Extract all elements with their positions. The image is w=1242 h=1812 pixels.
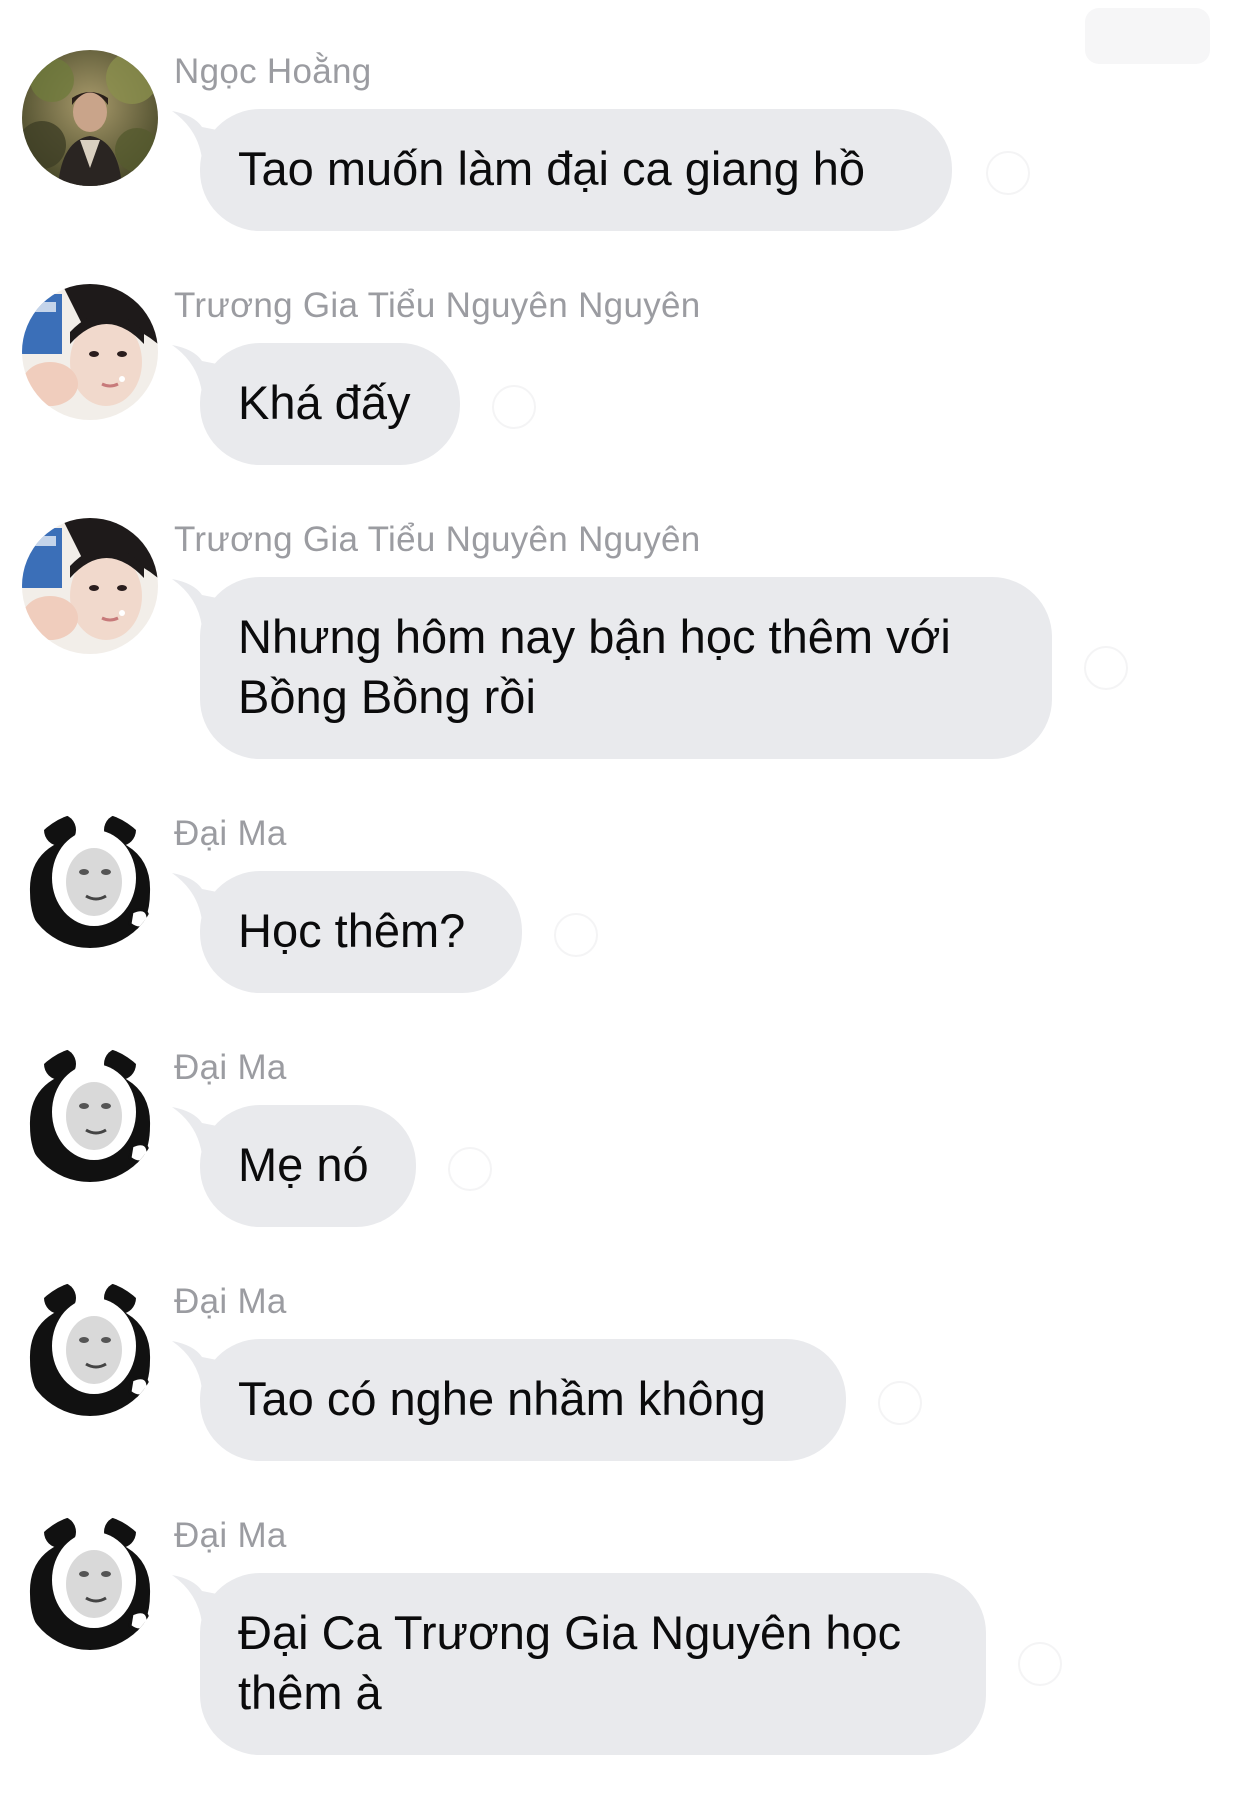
reaction-button[interactable]: [1084, 646, 1128, 690]
message-bubble[interactable]: Học thêm?: [200, 871, 522, 993]
sender-name: Trương Gia Tiểu Nguyên Nguyên: [174, 286, 701, 325]
sender-name: Đại Ma: [174, 1516, 287, 1555]
panda-meme-avatar[interactable]: [22, 1514, 158, 1650]
avatar-image: [22, 1046, 158, 1182]
message-text: Đại Ca Trương Gia Nguyên học thêm à: [238, 1606, 902, 1719]
reaction-button[interactable]: [1018, 1642, 1062, 1686]
panda-meme-avatar[interactable]: [22, 812, 158, 948]
panda-meme-avatar[interactable]: [22, 1046, 158, 1182]
reaction-button[interactable]: [878, 1381, 922, 1425]
message-bubble[interactable]: Nhưng hôm nay bận học thêm với Bồng Bồng…: [200, 577, 1052, 759]
message-bubble[interactable]: Mẹ nó: [200, 1105, 416, 1227]
reaction-button[interactable]: [554, 913, 598, 957]
avatar-image: [22, 1280, 158, 1416]
person-photo-avatar[interactable]: [22, 50, 158, 186]
sender-name: Đại Ma: [174, 814, 287, 853]
reaction-button[interactable]: [492, 385, 536, 429]
message-text: Tao có nghe nhầm không: [238, 1372, 766, 1425]
top-right-button[interactable]: [1085, 8, 1210, 64]
message-text: Học thêm?: [238, 904, 466, 957]
sender-name: Đại Ma: [174, 1048, 287, 1087]
selfie-avatar[interactable]: [22, 518, 158, 654]
sender-name: Đại Ma: [174, 1282, 287, 1321]
avatar-image: [22, 50, 158, 186]
message-bubble[interactable]: Tao muốn làm đại ca giang hồ: [200, 109, 952, 231]
message-bubble[interactable]: Tao có nghe nhầm không: [200, 1339, 846, 1461]
message-bubble[interactable]: Đại Ca Trương Gia Nguyên học thêm à: [200, 1573, 986, 1755]
message-text: Nhưng hôm nay bận học thêm với Bồng Bồng…: [238, 610, 951, 723]
selfie-avatar[interactable]: [22, 284, 158, 420]
panda-meme-avatar[interactable]: [22, 1280, 158, 1416]
sender-name: Trương Gia Tiểu Nguyên Nguyên: [174, 520, 701, 559]
reaction-button[interactable]: [986, 151, 1030, 195]
message-text: Khá đấy: [238, 376, 411, 429]
avatar-image: [22, 284, 158, 420]
reaction-button[interactable]: [448, 1147, 492, 1191]
avatar-image: [22, 1514, 158, 1650]
message-text: Mẹ nó: [238, 1138, 369, 1191]
message-bubble[interactable]: Khá đấy: [200, 343, 460, 465]
avatar-image: [22, 812, 158, 948]
avatar-image: [22, 518, 158, 654]
message-text: Tao muốn làm đại ca giang hồ: [238, 142, 866, 195]
sender-name: Ngọc Hoằng: [174, 52, 372, 91]
